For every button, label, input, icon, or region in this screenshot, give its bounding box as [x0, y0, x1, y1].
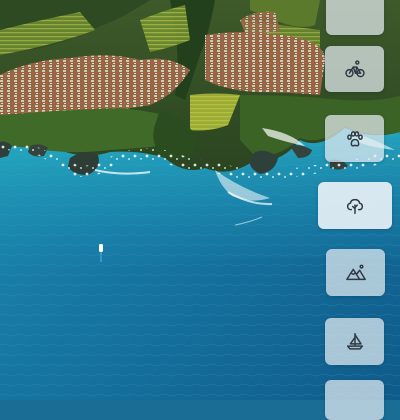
cyclist-icon [344, 58, 366, 80]
tree-icon [344, 195, 366, 217]
rail-button-bottom[interactable] [325, 380, 384, 420]
rail-button-cycling[interactable] [325, 46, 384, 92]
mountain-icon [345, 262, 367, 284]
rail-button-nature[interactable] [318, 182, 392, 229]
rail-button-mountains[interactable] [326, 249, 385, 296]
sailboat-icon [344, 331, 366, 353]
category-rail [0, 0, 400, 420]
paw-icon [344, 128, 366, 150]
rail-button-wildlife[interactable] [325, 115, 384, 162]
rail-button-sailing[interactable] [325, 318, 384, 365]
rail-button-top[interactable] [326, 0, 384, 35]
